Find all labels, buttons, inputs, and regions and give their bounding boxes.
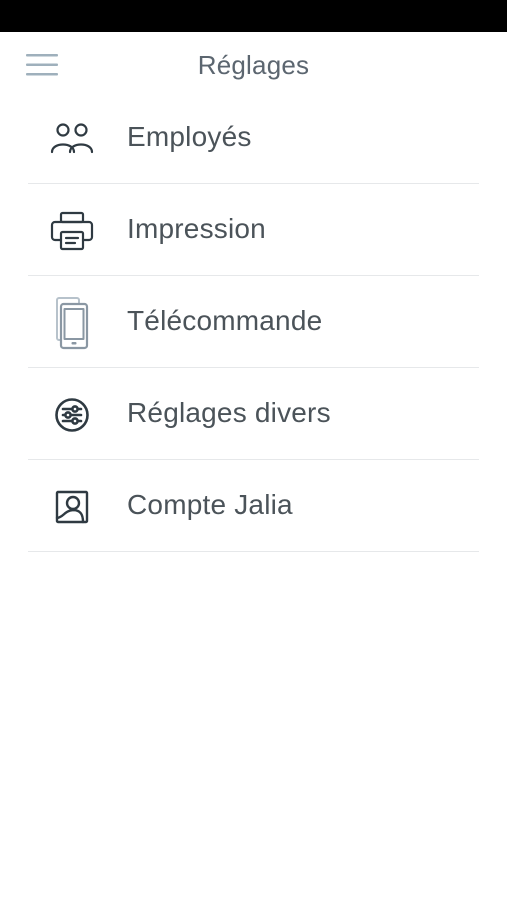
- settings-item-impression[interactable]: Impression: [28, 184, 479, 276]
- printer-icon: [48, 211, 96, 251]
- status-bar: [0, 0, 507, 32]
- users-icon: [48, 119, 96, 159]
- page-title: Réglages: [197, 50, 310, 80]
- smartphone-icon: [48, 296, 96, 350]
- settings-item-telecommande[interactable]: Télécommande: [28, 276, 479, 368]
- settings-item-label: Réglages divers: [127, 397, 331, 428]
- settings-item-label: Compte Jalia: [127, 489, 293, 520]
- user-account-icon: [48, 487, 96, 527]
- settings-item-compte-jalia[interactable]: Compte Jalia: [28, 460, 479, 552]
- sliders-icon: [48, 395, 96, 435]
- settings-item-label: Télécommande: [127, 305, 323, 336]
- settings-list: Employés Impression Télécommande Réglage…: [28, 92, 479, 552]
- settings-item-label: Impression: [127, 213, 266, 244]
- settings-item-reglages-divers[interactable]: Réglages divers: [28, 368, 479, 460]
- settings-item-employes[interactable]: Employés: [28, 92, 479, 184]
- settings-item-label: Employés: [127, 121, 252, 152]
